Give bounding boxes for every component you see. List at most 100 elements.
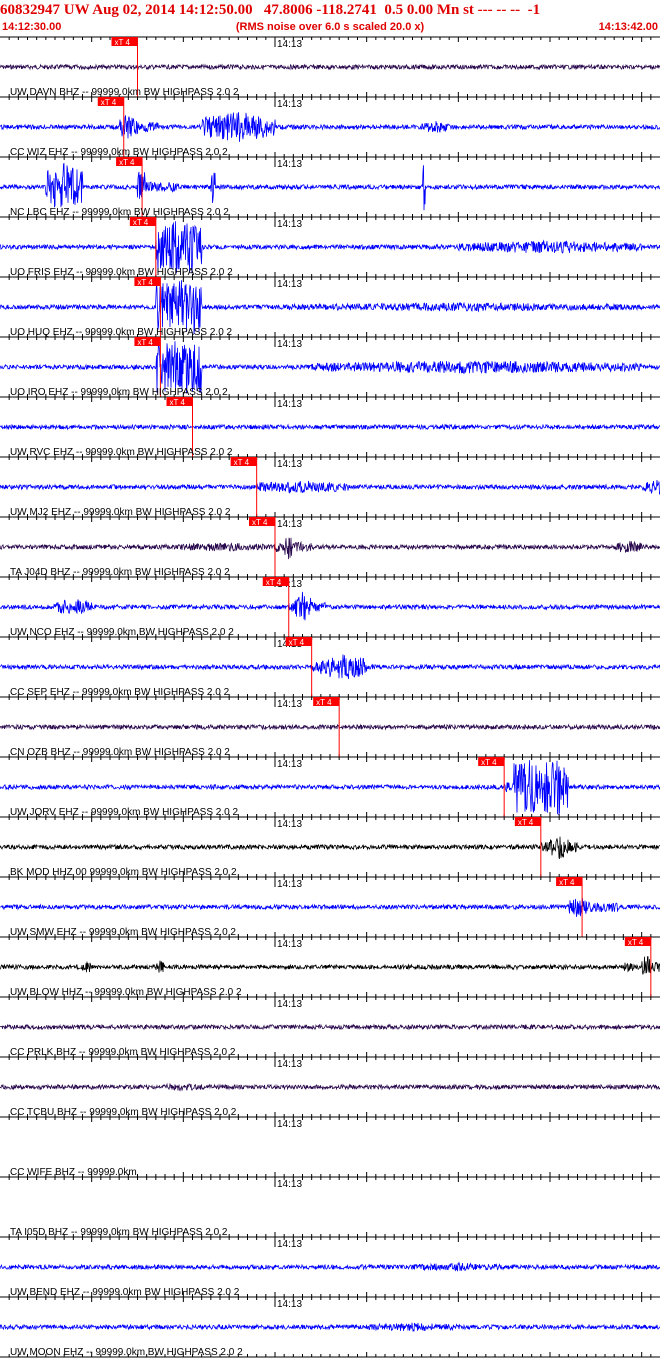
- trace-row: 14:13 xT 4 UW SMW EHZ -- 99999.0km BW HIGH…: [0, 876, 660, 938]
- trace-row: 14:13 UW MOON EHZ -- 99999.0km BW HIGHPAS…: [0, 1296, 660, 1358]
- minute-label: 14:13: [277, 819, 302, 830]
- trace-row: 14:13 TA I05D BHZ -- 99999.0km BW HIGHPAS…: [0, 1176, 660, 1238]
- station-label: NC LBC EHZ -- 99999.0km BW HIGHPASS 2.0 …: [10, 207, 229, 218]
- pick-label: xT 4: [252, 518, 268, 527]
- minute-label: 14:13: [277, 399, 302, 410]
- pick-label: xT 4: [234, 458, 250, 467]
- waveform-line: [0, 1322, 660, 1333]
- minute-label: 14:13: [277, 159, 302, 170]
- station-label: UW BLOW HHZ -- 99999.0km BW HIGHPASS 2.0…: [10, 987, 242, 998]
- waveform-line: [0, 956, 660, 975]
- minute-label: 14:13: [277, 519, 302, 530]
- trace-row: 14:13 UW BEND EHZ -- 99999.0km BW HIGHPAS…: [0, 1236, 660, 1298]
- station-label: UW SMW EHZ -- 99999.0km BW HIGHPASS 2.0 …: [10, 927, 236, 938]
- station-label: CC WIFE BHZ -- 99999.0km: [10, 1167, 137, 1178]
- trace-row: 14:13 xT 4 NC LBC EHZ -- 99999.0km BW HIGH…: [0, 156, 660, 218]
- minute-label: 14:13: [277, 1119, 302, 1130]
- waveform-line: [0, 280, 660, 334]
- waveform-line: [0, 112, 660, 142]
- trace-row: 14:13 xT 4 TA J04D BHZ -- 99999.0km BW HIG…: [0, 516, 660, 578]
- pick-label: xT 4: [481, 758, 497, 767]
- station-label: UW MOON EHZ -- 99999.0km BW HIGHPASS 2.0…: [10, 1347, 243, 1358]
- minute-label: 14:13: [277, 699, 302, 710]
- trace-row: 14:13 xT 4 UW JQRV EHZ -- 99999.0km BW HIG…: [0, 756, 660, 818]
- minute-label: 14:13: [277, 939, 302, 950]
- trace-row: 14:13xT 4CC SEP EHZ -- 99999.0km BW HIGH…: [0, 636, 660, 698]
- seismogram-panel: 14:13xT 4UW DAVN BHZ -- 99999.0km BW HIG…: [0, 36, 660, 1358]
- pick-label: xT 4: [559, 878, 575, 887]
- waveform-line: [0, 537, 660, 560]
- waveform-line: [0, 63, 660, 71]
- station-label: UW BEND EHZ -- 99999.0km BW HIGHPASS 2.0…: [10, 1287, 240, 1298]
- minute-label: 14:13: [277, 1179, 302, 1190]
- minute-label: 14:13: [277, 39, 302, 50]
- waveform-line: [0, 162, 660, 211]
- trace-row: 14:13 CC PRLK BHZ -- 99999.0km BW HIGHPAS…: [0, 996, 660, 1058]
- station-label: UO FRIS EHZ -- 99999.0km BW HIGHPASS 2.0…: [10, 267, 233, 278]
- pick-label: xT 4: [170, 398, 186, 407]
- pick-label: xT 4: [266, 578, 282, 587]
- waveform-line: [0, 898, 660, 917]
- waveform-line: [0, 1023, 660, 1031]
- station-label: CC WIZ EHZ -- 99999.0km BW HIGHPASS 2.0 …: [10, 147, 228, 158]
- minute-label: 14:13: [277, 1239, 302, 1250]
- station-label: UW MJ2 EHZ -- 99999.0km BW HIGHPASS 2.0 …: [10, 507, 231, 518]
- station-label: UW NCO EHZ -- 99999.0km BW HIGHPASS 2.0 …: [10, 627, 234, 638]
- station-label: CC PRLK BHZ -- 99999.0km BW HIGHPASS 2.0…: [10, 1047, 236, 1058]
- pick-label: xT 4: [133, 218, 149, 227]
- trace-row: 14:13 xT 4 UO IRO EHZ -- 99999.0km BW HIGH…: [0, 336, 660, 398]
- trace-row: 14:13xT 4UW NCO EHZ -- 99999.0km BW HIGH…: [0, 576, 660, 638]
- waveform-line: [0, 221, 660, 274]
- station-label: UO IRO EHZ -- 99999.0km BW HIGHPASS 2.0 …: [10, 387, 228, 398]
- station-label: TA I05D BHZ -- 99999.0km BW HIGHPASS 2.0…: [10, 1227, 228, 1238]
- pick-label: xT 4: [289, 638, 305, 647]
- waveform-line: [0, 723, 660, 731]
- minute-label: 14:13: [277, 1059, 302, 1070]
- trace-row: 14:13 xT 4 UW MJ2 EHZ -- 99999.0km BW HIGH…: [0, 456, 660, 518]
- waveform-line: [0, 1082, 660, 1092]
- trace-row: 14:13 xT 4 CC WIZ EHZ -- 99999.0km BW HIGH…: [0, 96, 660, 158]
- waveform-line: [0, 479, 660, 495]
- pick-label: xT 4: [115, 38, 131, 47]
- station-label: BK MOD HHZ 00 99999.0km BW HIGHPASS 2.0 …: [10, 867, 237, 878]
- trace-row: 14:13 xT 4 UO HUQ EHZ -- 99999.0km BW HIGH…: [0, 276, 660, 338]
- minute-label: 14:13: [277, 339, 302, 350]
- pick-label: xT 4: [137, 278, 153, 287]
- station-label: UO HUQ EHZ -- 99999.0km BW HIGHPASS 2.0 …: [10, 327, 233, 338]
- pick-label: xT 4: [628, 938, 644, 947]
- pick-label: xT 4: [518, 818, 534, 827]
- minute-label: 14:13: [277, 219, 302, 230]
- minute-label: 14:13: [277, 999, 302, 1010]
- pick-label: xT 4: [101, 98, 117, 107]
- station-label: CN OZB BHZ -- 99999.0km BW HIGHPASS 2.0 …: [10, 747, 230, 758]
- waveform-line: [0, 654, 660, 680]
- pick-label: xT 4: [316, 698, 332, 707]
- station-label: CC TCBU BHZ -- 99999.0km BW HIGHPASS 2.0…: [10, 1107, 237, 1118]
- station-label: UW DAVN BHZ -- 99999.0km BW HIGHPASS 2.0…: [10, 87, 239, 98]
- station-label: UW RVC EHZ -- 99999.0km BW HIGHPASS 2.0 …: [10, 447, 233, 458]
- minute-label: 14:13: [277, 1299, 302, 1310]
- waveform-line: [0, 341, 660, 394]
- station-label: UW JQRV EHZ -- 99999.0km BW HIGHPASS 2.0…: [10, 807, 238, 818]
- minute-label: 14:13: [277, 279, 302, 290]
- waveform-line: [0, 423, 660, 431]
- minute-label: 14:13: [277, 759, 302, 770]
- trace-row: 14:13 xT 4 UO FRIS EHZ -- 99999.0km BW HIG…: [0, 216, 660, 278]
- waveform-line: [0, 1261, 660, 1272]
- trace-row: 14:13 xT 4 CN OZB BHZ -- 99999.0km BW HIGH…: [0, 696, 660, 758]
- station-label: TA J04D BHZ -- 99999.0km BW HIGHPASS 2.0…: [10, 567, 230, 578]
- trace-row: 14:13 xT 4 UW RVC EHZ -- 99999.0km BW HIGH…: [0, 396, 660, 458]
- trace-row: 14:13 xT 4 BK MOD HHZ 00 99999.0km BW HIGH…: [0, 816, 660, 878]
- station-label: CC SEP EHZ -- 99999.0km BW HIGHPASS 2.0 …: [10, 687, 230, 698]
- pick-label: xT 4: [137, 338, 153, 347]
- waveform-line: [0, 760, 660, 816]
- minute-label: 14:13: [277, 459, 302, 470]
- minute-label: 14:13: [277, 99, 302, 110]
- trace-row: 14:13 CC WIFE BHZ -- 99999.0km: [0, 1116, 660, 1178]
- minute-label: 14:13: [277, 879, 302, 890]
- waveform-line: [0, 591, 660, 621]
- trace-row: 14:13 xT 4 UW BLOW HHZ -- 99999.0km BW HIG…: [0, 936, 660, 998]
- trace-row: 14:13 xT 4 UW DAVN BHZ -- 99999.0km BW HIG…: [0, 36, 660, 98]
- pick-label: xT 4: [119, 158, 135, 167]
- trace-row: 14:13 CC TCBU BHZ -- 99999.0km BW HIGHPAS…: [0, 1056, 660, 1118]
